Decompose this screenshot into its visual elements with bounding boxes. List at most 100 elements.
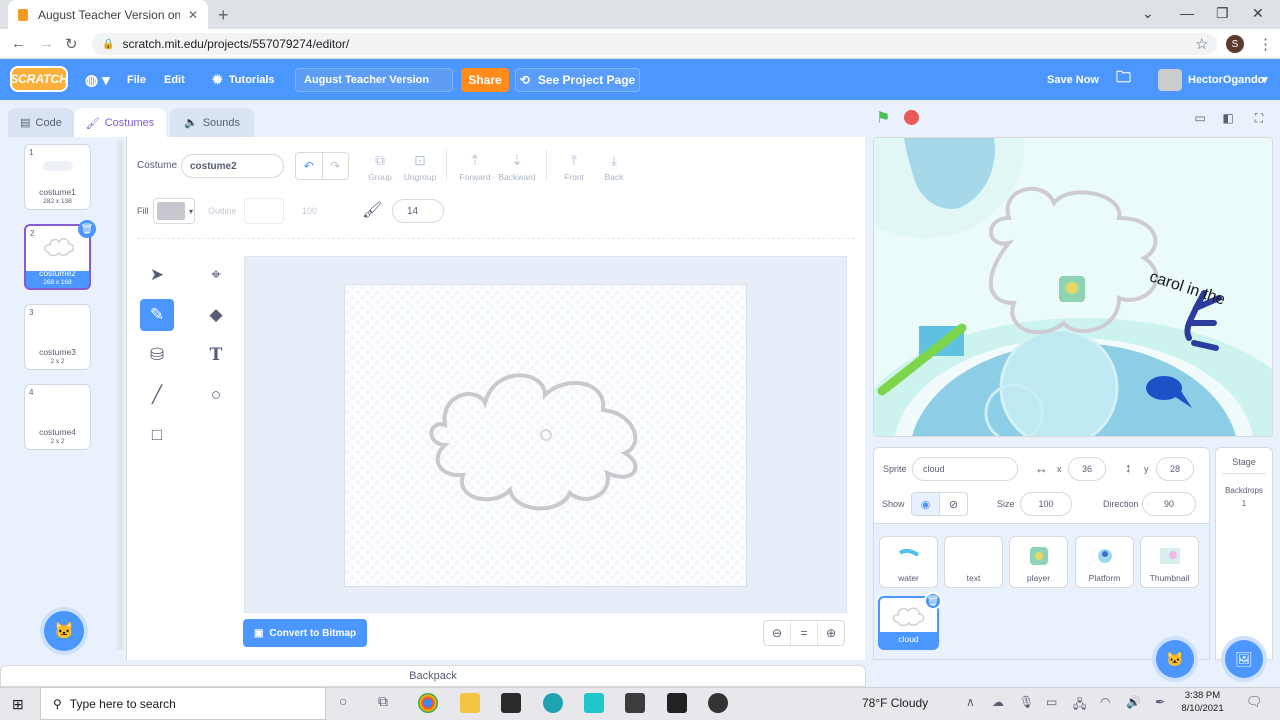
inkscape-icon[interactable]	[625, 693, 645, 713]
text-tool-icon[interactable]: T	[199, 339, 233, 371]
store-icon[interactable]	[501, 693, 521, 713]
project-title-input[interactable]: August Teacher Version	[295, 68, 453, 92]
volume-icon[interactable]: 🔊	[1126, 695, 1141, 709]
task-view-icon[interactable]: ⧉	[378, 693, 388, 710]
app-icon[interactable]	[584, 693, 604, 713]
my-stuff-folder-icon[interactable]: 🗀	[1116, 59, 1131, 100]
browser-profile-avatar[interactable]: S	[1226, 35, 1244, 53]
stage-target-pane[interactable]: Stage Backdrops 1	[1215, 447, 1273, 660]
back-icon[interactable]: ←	[11, 35, 26, 52]
browser-menu-icon[interactable]: ⋮	[1258, 35, 1273, 53]
tab-costumes[interactable]: 🖌 Costumes	[74, 108, 166, 138]
wifi-icon[interactable]: ◠	[1100, 695, 1110, 709]
fill-bucket-tool-icon[interactable]: ⛁	[140, 339, 174, 371]
sprite-card-text[interactable]: text	[944, 536, 1003, 588]
outline-width-value[interactable]: 100	[302, 206, 317, 216]
stage-canvas[interactable]: carol in the	[873, 137, 1273, 437]
brush-size-input[interactable]: 14	[392, 199, 444, 223]
large-stage-icon[interactable]: ◧	[1217, 108, 1239, 128]
language-globe-icon[interactable]: ◍ ▾	[85, 59, 110, 100]
ungroup-button[interactable]: ⊡ Ungroup	[398, 152, 442, 182]
close-tab-icon[interactable]: ✕	[188, 8, 198, 22]
edit-menu[interactable]: Edit	[164, 59, 185, 100]
maximize-icon[interactable]: ❐	[1216, 5, 1229, 22]
size-input[interactable]: 100	[1020, 492, 1072, 516]
new-tab-icon[interactable]: +	[218, 5, 229, 26]
sprite-card-platform[interactable]: Platform	[1075, 536, 1134, 588]
add-sprite-button[interactable]: 🐱	[1156, 640, 1194, 678]
backward-button[interactable]: ⇣ Backward	[495, 152, 539, 182]
brush-tool-icon[interactable]: ✎	[140, 299, 174, 331]
file-explorer-icon[interactable]	[460, 693, 480, 713]
add-costume-button[interactable]: 🐱	[44, 611, 84, 651]
select-tool-icon[interactable]: ➤	[140, 259, 174, 291]
weather-widget[interactable]: 78°F Cloudy	[862, 696, 928, 710]
sprite-card-thumbnail[interactable]: Thumbnail	[1140, 536, 1199, 588]
y-position-input[interactable]: 28	[1156, 457, 1194, 481]
user-avatar[interactable]	[1158, 69, 1182, 91]
reshape-tool-icon[interactable]: ⌖	[199, 259, 233, 291]
x-position-input[interactable]: 36	[1068, 457, 1106, 481]
chrome-icon[interactable]	[418, 693, 438, 713]
notifications-icon[interactable]: 🗨	[1246, 694, 1263, 710]
forward-button[interactable]: ⇡ Forward	[453, 152, 497, 182]
username-menu[interactable]: HectorOgando	[1188, 59, 1264, 100]
add-backdrop-button[interactable]: 🖼	[1225, 640, 1263, 678]
costume-name-input[interactable]: costume2	[181, 154, 284, 178]
tab-code[interactable]: ▤ Code	[8, 108, 74, 137]
user-menu-caret-icon[interactable]: ▾	[1262, 59, 1268, 100]
hide-eye-icon[interactable]: ⊘	[939, 493, 967, 515]
onedrive-icon[interactable]: ☁	[992, 695, 1004, 709]
zoom-in-icon[interactable]: ⊕	[817, 621, 844, 645]
file-menu[interactable]: File	[127, 59, 146, 100]
redo-icon[interactable]: ↷	[321, 153, 349, 179]
delete-sprite-icon[interactable]: 🗑	[924, 592, 942, 610]
back-button[interactable]: ⤓ Back	[592, 152, 636, 182]
front-button[interactable]: ⤒ Front	[552, 152, 596, 182]
stop-icon[interactable]	[904, 110, 919, 125]
search-app-icon[interactable]	[543, 693, 563, 713]
backpack-bar[interactable]: Backpack	[0, 665, 866, 687]
circle-tool-icon[interactable]: ○	[199, 379, 233, 411]
taskbar-clock[interactable]: 3:38 PM 8/10/2021	[1175, 689, 1230, 715]
show-eye-icon[interactable]: ◉	[912, 493, 939, 515]
small-stage-icon[interactable]: ▭	[1189, 108, 1211, 128]
costume-list-scrollbar[interactable]	[117, 140, 123, 650]
zoom-out-icon[interactable]: ⊖	[764, 621, 790, 645]
direction-input[interactable]: 90	[1142, 492, 1196, 516]
minimize-icon[interactable]: —	[1180, 5, 1194, 21]
line-tool-icon[interactable]: ╱	[140, 379, 174, 411]
zoom-reset-icon[interactable]: =	[790, 621, 817, 645]
bookmark-star-icon[interactable]: ☆	[1195, 35, 1208, 53]
sprite-card-player[interactable]: player	[1009, 536, 1068, 588]
pen-icon[interactable]: ✒	[1155, 695, 1165, 709]
group-button[interactable]: ⧉ Group	[358, 152, 402, 182]
tutorials-button[interactable]: ✹ Tutorials	[212, 59, 275, 100]
costume-card-3[interactable]: 3 costume3 2 x 2	[24, 304, 91, 370]
editor-app-icon[interactable]	[667, 693, 687, 713]
network-icon[interactable]: 🖧	[1073, 695, 1086, 716]
green-flag-icon[interactable]: ⚑	[876, 108, 890, 128]
tab-search-icon[interactable]: ⌄	[1142, 5, 1154, 22]
costume-card-4[interactable]: 4 costume4 2 x 2	[24, 384, 91, 450]
forward-icon[interactable]: →	[39, 35, 54, 52]
obs-icon[interactable]	[708, 693, 728, 713]
battery-icon[interactable]: ▭	[1046, 695, 1057, 709]
fullscreen-icon[interactable]: ⛶	[1248, 108, 1270, 128]
save-now-button[interactable]: Save Now	[1047, 59, 1099, 100]
eraser-tool-icon[interactable]: ◆	[199, 299, 233, 331]
convert-to-bitmap-button[interactable]: ▣ Convert to Bitmap	[243, 619, 367, 647]
fill-color-picker[interactable]: ▾	[153, 198, 195, 224]
share-button[interactable]: Share	[461, 68, 509, 92]
windows-start-icon[interactable]: ⊞	[12, 696, 24, 713]
sprite-name-input[interactable]: cloud	[912, 457, 1018, 481]
see-project-page-button[interactable]: ⟲ See Project Page	[515, 68, 640, 92]
close-window-icon[interactable]: ✕	[1252, 5, 1264, 22]
microphone-icon[interactable]: 🎙	[1019, 695, 1034, 709]
sprite-card-water[interactable]: water	[879, 536, 938, 588]
undo-icon[interactable]: ↶	[296, 153, 322, 179]
costume-card-1[interactable]: 1 costume1 282 x 138	[24, 144, 91, 210]
url-field[interactable]: 🔒 scratch.mit.edu/projects/557079274/edi…	[92, 33, 1217, 55]
reload-icon[interactable]: ↻	[65, 35, 78, 53]
paint-canvas[interactable]	[344, 284, 747, 587]
